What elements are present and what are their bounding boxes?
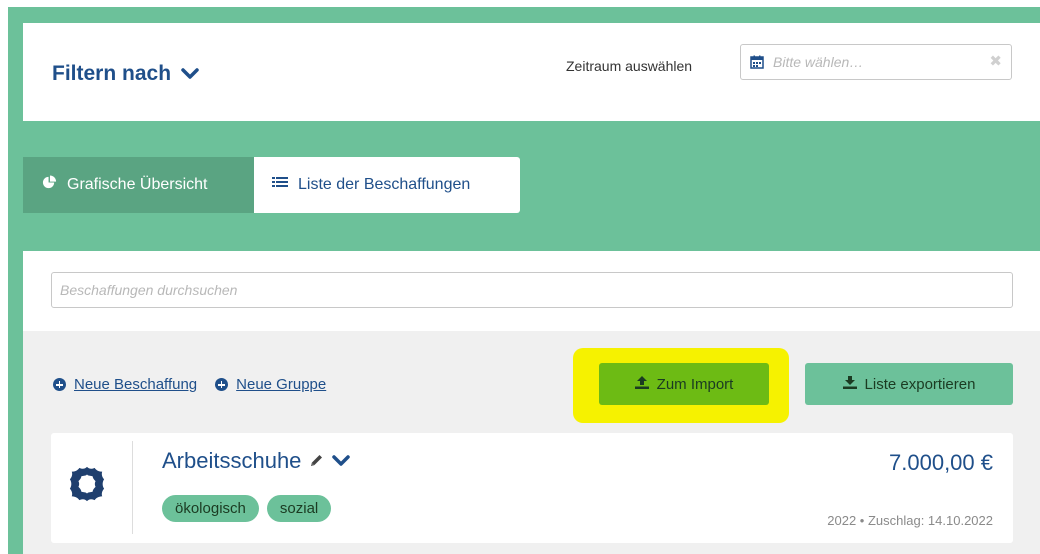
tab-label: Liste der Beschaffungen — [298, 176, 471, 193]
new-procurement-link[interactable]: Neue Beschaffung — [53, 376, 197, 393]
procurement-title-text: Arbeitsschuhe — [162, 448, 302, 473]
procurement-amount: 7.000,00 € — [889, 450, 993, 475]
tag-sozial: sozial — [266, 495, 332, 522]
tab-label: Grafische Übersicht — [67, 176, 208, 193]
filter-panel: Filtern nach Zeitraum auswählen Bitte wä… — [23, 23, 1040, 121]
procurement-list-panel: Beschaffungen durchsuchen Neue Beschaffu… — [23, 251, 1040, 554]
search-placeholder: Beschaffungen durchsuchen — [60, 282, 238, 298]
left-edge — [0, 0, 8, 554]
pencil-icon[interactable] — [309, 448, 324, 474]
chevron-down-icon — [181, 67, 199, 81]
tag-oekologisch: ökologisch — [162, 495, 259, 522]
leather-hide-icon — [68, 465, 106, 503]
pie-chart-icon — [42, 175, 57, 195]
chevron-down-icon[interactable] — [332, 448, 351, 474]
download-icon — [842, 375, 857, 393]
card-divider — [132, 441, 133, 534]
search-input[interactable]: Beschaffungen durchsuchen — [51, 272, 1013, 308]
date-placeholder: Bitte wählen… — [773, 54, 864, 70]
plus-circle-icon — [53, 378, 66, 391]
plus-circle-icon — [215, 378, 229, 391]
zeitraum-label: Zeitraum auswählen — [566, 58, 693, 74]
procurement-tags: ökologisch sozial — [162, 495, 332, 522]
procurement-card[interactable]: Arbeitsschuhe ökologisch sozial 7.000,00… — [51, 433, 1013, 543]
filter-toggle[interactable]: Filtern nach — [52, 62, 199, 86]
import-label: Zum Import — [656, 375, 734, 393]
list-icon — [272, 176, 288, 195]
new-group-label: Neue Gruppe — [236, 376, 327, 393]
clear-icon[interactable]: ✖ — [989, 54, 1002, 69]
tab-liste-der-beschaffungen[interactable]: Liste der Beschaffungen — [254, 157, 520, 213]
tab-grafische-uebersicht[interactable]: Grafische Übersicht — [23, 157, 254, 213]
procurement-title: Arbeitsschuhe — [162, 448, 351, 474]
action-links: Neue Beschaffung Neue Gruppe — [53, 376, 326, 393]
upload-icon — [634, 375, 649, 393]
new-procurement-label: Neue Beschaffung — [74, 376, 198, 393]
export-label: Liste exportieren — [864, 375, 976, 393]
calendar-icon — [750, 55, 764, 69]
export-button[interactable]: Liste exportieren — [805, 363, 1013, 405]
procurement-meta: 2022 • Zuschlag: 14.10.2022 — [827, 513, 993, 528]
date-range-input[interactable]: Bitte wählen… ✖ — [740, 44, 1012, 80]
filter-title-label: Filtern nach — [52, 62, 172, 85]
new-group-link[interactable]: Neue Gruppe — [215, 376, 326, 393]
import-button[interactable]: Zum Import — [599, 363, 769, 405]
